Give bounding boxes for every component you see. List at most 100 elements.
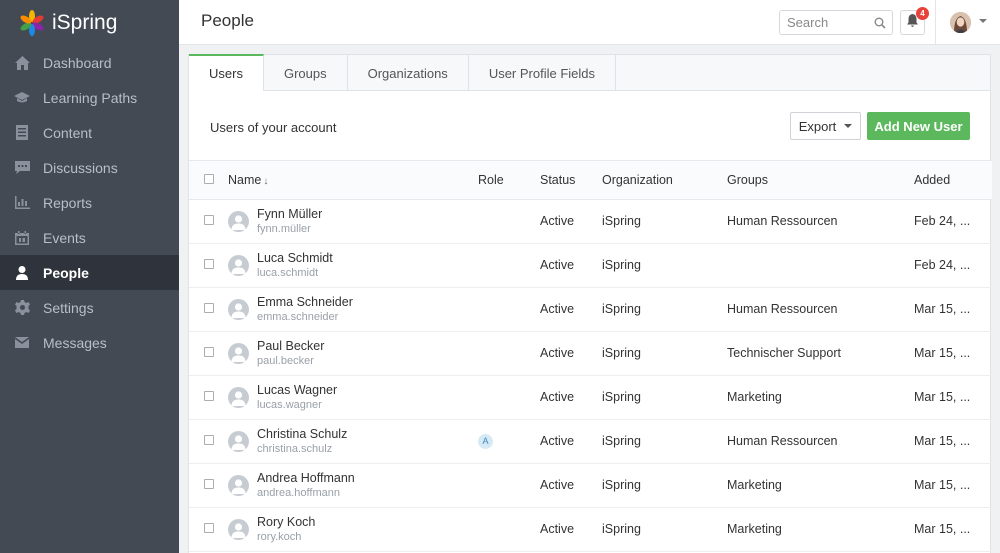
select-all-checkbox[interactable] [204, 173, 214, 184]
sidebar-item-reports[interactable]: Reports [0, 185, 179, 220]
role-cell [478, 507, 540, 552]
role-cell [478, 375, 540, 420]
user-avatar[interactable] [950, 12, 971, 33]
sidebar-item-messages[interactable]: Messages [0, 325, 179, 360]
name-cell[interactable]: Paul Becker paul.becker [228, 331, 478, 376]
row-checkbox[interactable] [204, 347, 214, 357]
name-cell[interactable]: Rory Koch rory.koch [228, 507, 478, 552]
user-login: rory.koch [257, 530, 302, 543]
tab-groups[interactable]: Groups [264, 55, 348, 91]
add-new-user-button[interactable]: Add New User [867, 112, 970, 140]
sidebar-item-settings[interactable]: Settings [0, 290, 179, 325]
groups-cell: Marketing [727, 507, 914, 552]
name-cell[interactable]: Christina Schulz christina.schulz [228, 419, 478, 464]
table-row[interactable]: Rory Koch rory.koch Active iSpring Marke… [189, 507, 992, 552]
bar-chart-icon [14, 195, 30, 211]
row-checkbox-cell [189, 463, 228, 508]
account-menu-caret-icon[interactable] [979, 19, 987, 23]
column-header-organization[interactable]: Organization [602, 161, 727, 200]
table-row[interactable]: Andrea Hoffmann andrea.hoffmann Active i… [189, 463, 992, 508]
app-name: iSpring [52, 10, 118, 34]
sidebar-item-dashboard[interactable]: Dashboard [0, 45, 179, 80]
row-checkbox[interactable] [204, 523, 214, 533]
sidebar-item-content[interactable]: Content [0, 115, 179, 150]
user-name[interactable]: Rory Koch [257, 515, 315, 530]
tab-user-profile-fields[interactable]: User Profile Fields [469, 55, 617, 91]
table-row[interactable]: Fynn Müller fynn.müller Active iSpring H… [189, 199, 992, 244]
row-checkbox-cell [189, 419, 228, 464]
row-checkbox[interactable] [204, 215, 214, 225]
user-info: Rory Koch rory.koch [228, 515, 478, 544]
user-name[interactable]: Lucas Wagner [257, 383, 337, 398]
status-cell: Active [540, 375, 602, 420]
role-cell [478, 243, 540, 288]
sidebar-item-label: Events [43, 229, 86, 246]
role-cell [478, 287, 540, 332]
user-info: Christina Schulz christina.schulz [228, 427, 478, 456]
search-input[interactable] [780, 11, 868, 34]
chat-icon [14, 160, 30, 176]
name-cell[interactable]: Luca Schmidt luca.schmidt [228, 243, 478, 288]
avatar [228, 342, 249, 364]
avatar [228, 474, 249, 496]
column-header-status[interactable]: Status [540, 161, 602, 200]
export-button[interactable]: Export [790, 112, 861, 140]
avatar [228, 386, 249, 408]
organization-cell: iSpring [602, 331, 727, 376]
table-row[interactable]: Christina Schulz christina.schulz A Acti… [189, 419, 992, 464]
name-cell[interactable]: Fynn Müller fynn.müller [228, 199, 478, 244]
notifications-button[interactable]: 4 [900, 7, 929, 35]
name-cell[interactable]: Lucas Wagner lucas.wagner [228, 375, 478, 420]
user-name[interactable]: Luca Schmidt [257, 251, 333, 266]
row-checkbox[interactable] [204, 259, 214, 269]
name-cell[interactable]: Andrea Hoffmann andrea.hoffmann [228, 463, 478, 508]
user-name[interactable]: Fynn Müller [257, 207, 322, 222]
avatar [228, 518, 249, 540]
user-login: paul.becker [257, 354, 314, 367]
row-checkbox[interactable] [204, 303, 214, 313]
table-row[interactable]: Luca Schmidt luca.schmidt Active iSpring… [189, 243, 992, 288]
organization-cell: iSpring [602, 463, 727, 508]
table-row[interactable]: Paul Becker paul.becker Active iSpring T… [189, 331, 992, 376]
groups-cell: Marketing [727, 463, 914, 508]
app-logo[interactable]: iSpring [0, 0, 179, 45]
tab-users[interactable]: Users [189, 54, 264, 91]
row-checkbox[interactable] [204, 479, 214, 489]
added-cell: Mar 15, ... [914, 463, 992, 508]
row-checkbox[interactable] [204, 435, 214, 445]
user-info: Lucas Wagner lucas.wagner [228, 383, 478, 412]
sidebar-item-events[interactable]: Events [0, 220, 179, 255]
sidebar-item-learning-paths[interactable]: Learning Paths [0, 80, 179, 115]
user-info: Andrea Hoffmann andrea.hoffmann [228, 471, 478, 500]
column-header-role[interactable]: Role [478, 161, 540, 200]
section-title: Users of your account [210, 120, 337, 135]
user-name[interactable]: Emma Schneider [257, 295, 353, 310]
column-header-groups[interactable]: Groups [727, 161, 914, 200]
avatar [228, 210, 249, 232]
groups-cell [727, 243, 914, 288]
row-checkbox[interactable] [204, 391, 214, 401]
table-row[interactable]: Emma Schneider emma.schneider Active iSp… [189, 287, 992, 332]
user-name[interactable]: Paul Becker [257, 339, 324, 354]
added-cell: Mar 15, ... [914, 507, 992, 552]
search-box[interactable] [779, 10, 893, 35]
column-header-name[interactable]: Name ↓ [228, 161, 478, 200]
search-icon[interactable] [874, 16, 886, 34]
calendar-icon [14, 230, 30, 246]
table-row[interactable]: Lucas Wagner lucas.wagner Active iSpring… [189, 375, 992, 420]
column-header-added[interactable]: Added [914, 161, 992, 200]
sidebar-item-label: Messages [43, 334, 107, 351]
user-name[interactable]: Christina Schulz [257, 427, 347, 442]
sidebar-item-discussions[interactable]: Discussions [0, 150, 179, 185]
tab-organizations[interactable]: Organizations [348, 55, 469, 91]
gear-icon [14, 300, 30, 316]
sidebar: iSpring Dashboard Learning Paths Content… [0, 0, 179, 553]
groups-cell: Human Ressourcen [727, 419, 914, 464]
user-info: Paul Becker paul.becker [228, 339, 478, 368]
sort-down-icon[interactable]: ↓ [263, 176, 268, 187]
user-name[interactable]: Andrea Hoffmann [257, 471, 355, 486]
graduation-cap-icon [14, 90, 30, 106]
sidebar-item-people[interactable]: People [0, 255, 179, 290]
status-cell: Active [540, 199, 602, 244]
name-cell[interactable]: Emma Schneider emma.schneider [228, 287, 478, 332]
